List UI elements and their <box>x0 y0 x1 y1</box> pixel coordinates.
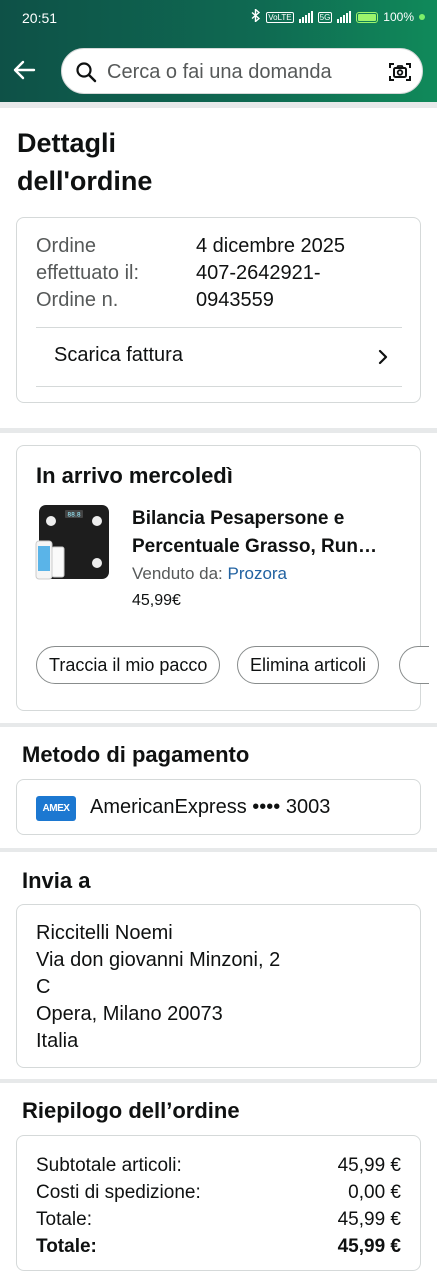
address-line: Opera, Milano 20073 <box>36 1003 223 1025</box>
battery-icon <box>356 11 379 23</box>
shipment-card: In arrivo mercoledì 88.8 Bilancia Pesape… <box>16 445 429 711</box>
payment-card: AMEX AmericanExpress •••• 3003 <box>16 779 421 835</box>
signal-icon-2 <box>337 11 352 23</box>
summary-total-label: Totale: <box>36 1236 97 1257</box>
download-invoice-link[interactable]: Scarica fattura <box>36 327 402 387</box>
summary-label: Costi di spedizione: <box>36 1182 201 1203</box>
address-line: Via don giovanni Minzoni, 2 <box>36 949 281 971</box>
separator <box>0 102 437 108</box>
battery-text: 100% <box>383 10 414 24</box>
svg-text:88.8: 88.8 <box>67 512 81 519</box>
chevron-right-icon <box>376 348 390 366</box>
summary-label: Subtotale articoli: <box>36 1155 182 1176</box>
separator <box>0 1079 437 1083</box>
download-invoice-label: Scarica fattura <box>54 344 183 366</box>
order-summary-title: Riepilogo dell’ordine <box>22 1098 240 1123</box>
status-icons: VoLTE 5G 100% <box>251 7 425 25</box>
summary-value: 0,00 € <box>348 1182 401 1203</box>
summary-total-value: 45,99 € <box>337 1236 401 1257</box>
page-title-line-2: dell'ordine <box>17 166 153 196</box>
product-image[interactable]: 88.8 <box>35 503 113 583</box>
5g-tag: 5G <box>317 11 333 23</box>
bluetooth-icon <box>251 7 261 25</box>
ship-to-title: Invia a <box>22 868 91 893</box>
order-date-value: 4 dicembre 2025 <box>196 235 345 257</box>
separator <box>0 428 437 433</box>
delete-items-button[interactable]: Elimina articoli <box>237 646 380 684</box>
address-line: C <box>36 976 51 998</box>
summary-value: 45,99 € <box>337 1209 401 1230</box>
page-title-line-1: Dettagli <box>17 128 117 158</box>
order-placed-label-1: Ordine <box>36 235 97 257</box>
page-title: Dettagli dell'ordine <box>17 124 152 200</box>
status-time: 20:51 <box>22 10 58 26</box>
order-number-label: Ordine n. <box>36 289 119 311</box>
address-line: Italia <box>36 1030 79 1052</box>
order-number-value-2: 0943559 <box>196 289 274 311</box>
status-bar: 20:51 VoLTE 5G 100% <box>0 0 437 36</box>
product-title-line-1: Bilancia Pesapersone e <box>132 508 345 529</box>
back-arrow-icon[interactable] <box>10 56 38 84</box>
order-placed-label-2: effettuato il: <box>36 262 140 284</box>
search-input[interactable]: Cerca o fai una domanda <box>107 61 332 84</box>
status-dot <box>419 14 425 20</box>
address-line: Riccitelli Noemi <box>36 922 173 944</box>
search-bar[interactable]: Cerca o fai una domanda <box>61 48 423 94</box>
signal-icon <box>298 11 313 23</box>
top-bar: 20:51 VoLTE 5G 100% Cerca o fai una doma… <box>0 0 437 102</box>
amex-card-icon: AMEX <box>36 796 76 821</box>
order-summary-card: Subtotale articoli: 45,99 € Costi di spe… <box>16 1135 421 1271</box>
sold-by-label: Venduto da: <box>132 564 228 583</box>
separator <box>0 848 437 852</box>
order-number-value-1: 407-2642921- <box>196 262 321 284</box>
product-title[interactable]: Bilancia Pesapersone e Percentuale Grass… <box>132 505 377 561</box>
volte-tag: VoLTE <box>266 11 294 23</box>
payment-method-text: AmericanExpress •••• 3003 <box>90 796 331 818</box>
sold-by: Venduto da: Prozora <box>132 564 287 584</box>
search-icon[interactable] <box>75 61 97 83</box>
address-card: Riccitelli Noemi Via don giovanni Minzon… <box>16 904 421 1068</box>
track-package-button[interactable]: Traccia il mio pacco <box>36 646 221 684</box>
summary-value: 45,99 € <box>337 1155 401 1176</box>
camera-search-icon[interactable] <box>388 60 412 84</box>
product-title-line-2: Percentuale Grasso, Run… <box>132 536 377 557</box>
order-info-card: Ordine effettuato il: Ordine n. 4 dicemb… <box>16 217 421 403</box>
more-actions-button[interactable] <box>399 646 429 684</box>
product-price: 45,99€ <box>132 592 181 609</box>
summary-label: Totale: <box>36 1209 92 1230</box>
seller-link[interactable]: Prozora <box>227 564 287 583</box>
payment-title: Metodo di pagamento <box>22 742 250 767</box>
separator <box>0 723 437 727</box>
shipment-title: In arrivo mercoledì <box>36 463 233 488</box>
